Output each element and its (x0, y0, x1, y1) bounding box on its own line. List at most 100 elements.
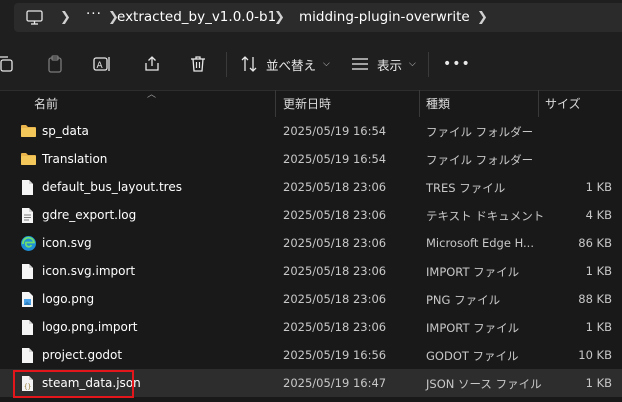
file-name: gdre_export.log (42, 208, 137, 222)
file-name: sp_data (42, 124, 89, 138)
column-divider[interactable] (538, 90, 539, 117)
file-date: 2025/05/18 23:06 (283, 208, 387, 222)
file-size: 4 KB (585, 208, 612, 222)
file-type: ファイル フォルダー (426, 153, 534, 167)
toolbar-divider (428, 52, 429, 77)
file-date: 2025/05/18 23:06 (283, 292, 387, 306)
file-date: 2025/05/19 16:47 (283, 376, 387, 390)
edge-icon (20, 235, 37, 252)
file-date: 2025/05/18 23:06 (283, 236, 387, 250)
folder-icon (20, 151, 37, 168)
copy-button[interactable] (0, 52, 14, 76)
svg-text:{}: {} (24, 384, 31, 391)
view-icon (352, 58, 368, 70)
file-row[interactable]: project.godot 2025/05/19 16:56 GODOT ファイ… (0, 341, 622, 369)
file-name: project.godot (42, 348, 123, 362)
sort-ascending-icon: ︿ (147, 90, 157, 100)
breadcrumb-item[interactable]: midding-plugin-overwrite (299, 9, 470, 25)
file-name: icon.svg.import (42, 264, 136, 278)
breadcrumb-item[interactable]: extracted_by_v1.0.0-b1 (117, 9, 276, 25)
file-size: 1 KB (585, 264, 612, 278)
address-bar: ❯ ··· ❯ extracted_by_v1.0.0-b1 ❯ midding… (0, 0, 622, 37)
file-date: 2025/05/18 23:06 (283, 180, 387, 194)
paste-icon (48, 55, 62, 73)
delete-icon (191, 56, 205, 72)
file-type: TRES ファイル (426, 181, 506, 195)
file-type: IMPORT ファイル (426, 265, 520, 279)
chevron-right-icon[interactable]: ❯ (274, 10, 285, 25)
file-size: 1 KB (585, 320, 612, 334)
file-size: 1 KB (585, 376, 612, 390)
file-size: 1 KB (585, 180, 612, 194)
file-row[interactable]: logo.png 2025/05/18 23:06 PNG ファイル 88 KB (0, 285, 622, 313)
file-type: テキスト ドキュメント (426, 209, 545, 223)
sort-button[interactable]: 並べ替え ⌵ (240, 52, 330, 76)
file-name: logo.png (42, 292, 95, 306)
file-name: Translation (42, 152, 108, 166)
file-date: 2025/05/18 23:06 (283, 264, 387, 278)
chevron-down-icon: ⌵ (323, 59, 330, 69)
file-size: 88 KB (578, 292, 612, 306)
more-icon[interactable]: ••• (443, 52, 471, 76)
overflow-icon[interactable]: ··· (86, 6, 102, 22)
address-field[interactable]: ❯ ··· ❯ extracted_by_v1.0.0-b1 ❯ midding… (14, 3, 622, 32)
file-date: 2025/05/19 16:54 (283, 152, 387, 166)
share-icon (145, 56, 159, 71)
file-row[interactable]: sp_data 2025/05/19 16:54 ファイル フォルダー (0, 117, 622, 145)
file-icon (20, 319, 37, 336)
column-name[interactable]: 名前 (34, 95, 58, 112)
file-size: 86 KB (578, 236, 612, 250)
sort-icon (241, 56, 257, 72)
column-divider[interactable] (275, 90, 276, 117)
file-type: Microsoft Edge H... (426, 236, 534, 250)
file-row[interactable]: default_bus_layout.tres 2025/05/18 23:06… (0, 173, 622, 201)
file-name: logo.png.import (42, 320, 138, 334)
delete-button[interactable] (190, 52, 206, 76)
toolbar-divider (226, 52, 227, 77)
file-date: 2025/05/18 23:06 (283, 320, 387, 334)
file-date: 2025/05/19 16:56 (283, 348, 387, 362)
svg-text:A: A (97, 61, 104, 71)
rename-button[interactable]: A (93, 52, 111, 76)
file-name: icon.svg (42, 236, 92, 250)
file-row[interactable]: Translation 2025/05/19 16:54 ファイル フォルダー (0, 145, 622, 173)
file-type: PNG ファイル (426, 293, 501, 307)
column-divider[interactable] (419, 90, 420, 117)
copy-icon (0, 56, 13, 72)
file-name: steam_data.json (42, 376, 141, 390)
file-icon (20, 347, 37, 364)
column-size[interactable]: サイズ (545, 95, 581, 112)
file-row[interactable]: icon.svg 2025/05/18 23:06 Microsoft Edge… (0, 229, 622, 257)
monitor-icon[interactable] (26, 10, 43, 28)
file-name: default_bus_layout.tres (42, 180, 182, 194)
chevron-down-icon: ⌵ (409, 59, 416, 69)
command-bar: A 並べ替え ⌵ 表示 ⌵ ••• (0, 37, 622, 91)
rename-icon: A (93, 57, 110, 71)
file-date: 2025/05/19 16:54 (283, 124, 387, 138)
share-button[interactable] (143, 52, 161, 76)
chevron-right-icon[interactable]: ❯ (477, 10, 488, 25)
view-label: 表示 (377, 57, 403, 73)
view-button[interactable]: 表示 ⌵ (351, 52, 416, 76)
column-type[interactable]: 種類 (426, 95, 450, 112)
column-header-row: ︿ 名前 更新日時 種類 サイズ (0, 90, 622, 117)
json-file-icon: {} (20, 375, 37, 392)
folder-icon (20, 123, 37, 140)
text-file-icon (20, 207, 37, 224)
file-row[interactable]: gdre_export.log 2025/05/18 23:06 テキスト ドキ… (0, 201, 622, 229)
image-icon (20, 291, 37, 308)
chevron-right-icon[interactable]: ❯ (60, 10, 71, 25)
file-type: IMPORT ファイル (426, 321, 520, 335)
file-type: GODOT ファイル (426, 349, 519, 363)
file-row[interactable]: icon.svg.import 2025/05/18 23:06 IMPORT … (0, 257, 622, 285)
file-icon (20, 179, 37, 196)
file-icon (20, 263, 37, 280)
file-type: ファイル フォルダー (426, 125, 534, 139)
sort-label: 並べ替え (266, 57, 317, 73)
file-size: 10 KB (578, 348, 612, 362)
paste-button[interactable] (47, 52, 63, 76)
file-type: JSON ソース ファイル (426, 377, 542, 391)
column-date[interactable]: 更新日時 (283, 95, 331, 112)
file-row[interactable]: {} steam_data.json 2025/05/19 16:47 JSON… (0, 369, 622, 397)
file-row[interactable]: logo.png.import 2025/05/18 23:06 IMPORT … (0, 313, 622, 341)
